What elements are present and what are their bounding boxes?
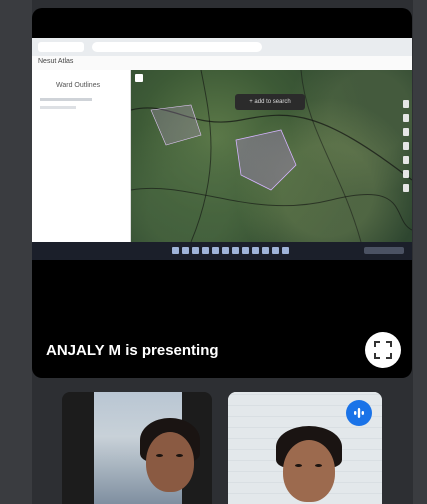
shared-screen: Nesut Atlas Ward Outlines + add to searc… xyxy=(32,38,412,260)
taskbar-tray xyxy=(364,247,404,254)
windows-taskbar xyxy=(32,242,412,260)
panel-line xyxy=(40,106,76,109)
browser-tab xyxy=(38,42,84,52)
app-title: Nesut Atlas xyxy=(38,58,74,65)
app-toolbar: Nesut Atlas xyxy=(32,56,412,71)
fullscreen-icon xyxy=(374,341,392,359)
taskbar-icons xyxy=(172,247,289,254)
participant-video-tile[interactable] xyxy=(62,392,212,504)
audio-levels-icon xyxy=(354,408,364,418)
panel-heading: Ward Outlines xyxy=(56,82,101,89)
camera-feed xyxy=(94,392,200,504)
fullscreen-button[interactable] xyxy=(365,332,401,368)
right-gutter xyxy=(413,0,427,504)
presentation-tile[interactable]: Nesut Atlas Ward Outlines + add to searc… xyxy=(32,8,412,378)
satellite-map: + add to search xyxy=(131,70,412,242)
map-tooltip: + add to search xyxy=(235,94,305,110)
left-gutter xyxy=(0,0,32,504)
app-side-panel: Ward Outlines xyxy=(32,70,131,242)
panel-line xyxy=(40,98,92,101)
participant-video-tile[interactable] xyxy=(228,392,382,504)
map-zoom-control xyxy=(135,74,143,82)
browser-address-bar xyxy=(92,42,262,52)
participant-face xyxy=(283,440,335,502)
audio-indicator xyxy=(346,400,372,426)
participant-face xyxy=(146,432,194,492)
map-tool-column xyxy=(403,100,409,230)
presenter-label: ANJALY M is presenting xyxy=(46,342,219,359)
browser-bar xyxy=(32,38,412,57)
